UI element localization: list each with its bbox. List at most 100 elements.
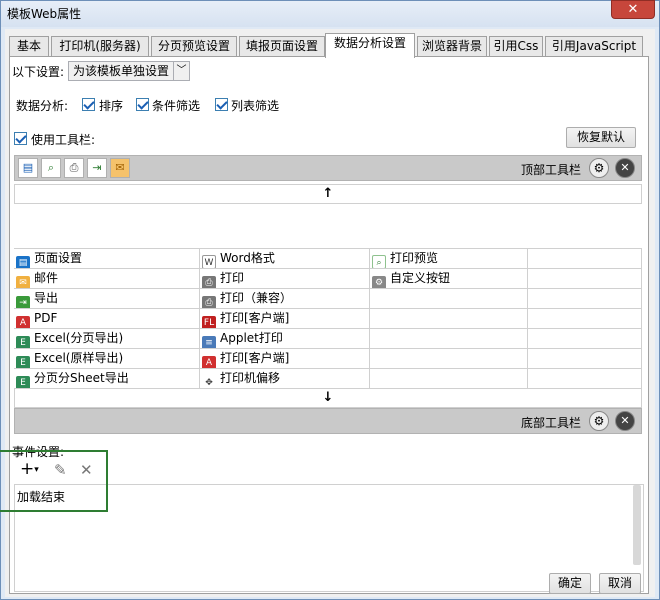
use-toolbar-checkbox[interactable]	[14, 132, 27, 145]
cancel-button[interactable]: 取消	[599, 573, 641, 594]
tab-browser-background[interactable]: 浏览器背景	[417, 36, 487, 57]
gear-icon: ⚙	[372, 276, 386, 288]
close-icon[interactable]: ✕	[615, 158, 635, 178]
page-setup-icon[interactable]: ▤	[18, 158, 38, 178]
page-setup-icon: ▤	[16, 256, 30, 268]
mode-select-value: 为该模板单独设置	[73, 64, 170, 78]
dialog-window: 模板Web属性 ✕ 基本 打印机(服务器) 分页预览设置 填报页面设置 数据分析…	[0, 0, 660, 600]
list-item	[528, 329, 642, 349]
move-up-zone[interactable]: ↑	[14, 184, 642, 204]
window-title: 模板Web属性	[7, 7, 82, 21]
bottom-toolbar-label: 底部工具栏	[521, 416, 582, 430]
list-item-label: Excel(分页导出)	[34, 331, 124, 345]
list-filter-checkbox[interactable]	[215, 98, 228, 111]
list-item[interactable]: E Excel(原样导出)	[14, 349, 200, 369]
tab-css[interactable]: 引用Css	[489, 36, 543, 57]
mode-label: 以下设置:	[12, 65, 65, 79]
list-item[interactable]: ▤ 页面设置	[14, 249, 200, 269]
print-icon: ⎙	[202, 296, 216, 308]
list-item-label: Excel(原样导出)	[34, 351, 124, 365]
ok-button[interactable]: 确定	[549, 573, 591, 594]
list-item	[370, 349, 528, 369]
gear-icon[interactable]: ⚙	[589, 158, 609, 178]
bottom-toolbar: 底部工具栏 ⚙ ✕	[14, 408, 642, 434]
pdf-icon: A	[16, 316, 30, 328]
highlight-box	[0, 450, 108, 512]
sort-checkbox[interactable]	[82, 98, 95, 111]
list-item	[370, 289, 528, 309]
list-item[interactable]: ✉ 邮件	[14, 269, 200, 289]
analysis-label: 数据分析:	[16, 99, 69, 113]
tab-bar: 基本 打印机(服务器) 分页预览设置 填报页面设置 数据分析设置 浏览器背景 引…	[9, 33, 649, 58]
print-icon[interactable]: ⎙	[64, 158, 84, 178]
list-item	[528, 309, 642, 329]
condition-filter-checkbox[interactable]	[136, 98, 149, 111]
list-item[interactable]: ⎙ 打印（兼容）	[200, 289, 370, 309]
list-item	[370, 369, 528, 389]
excel-icon: E	[16, 336, 30, 348]
sort-label: 排序	[99, 99, 124, 113]
top-toolbar-label: 顶部工具栏	[521, 163, 582, 177]
export-icon[interactable]: ⇥	[87, 158, 107, 178]
list-item	[528, 349, 642, 369]
list-item	[528, 269, 642, 289]
tab-panel-data-analysis: 以下设置: 为该模板单独设置 ﹀ 数据分析: 排序 条件筛选 列表筛选 使用工具…	[9, 56, 649, 594]
email-icon[interactable]: ✉	[110, 158, 130, 178]
list-item[interactable]: ⎙ 打印	[200, 269, 370, 289]
list-item[interactable]: A 打印[客户端]	[200, 349, 370, 369]
chevron-down-icon: ﹀	[173, 62, 189, 80]
list-item[interactable]: ⌕ 打印预览	[370, 249, 528, 269]
gear-icon[interactable]: ⚙	[589, 411, 609, 431]
use-toolbar-label: 使用工具栏:	[31, 133, 96, 147]
list-item[interactable]: FL 打印[客户端]	[200, 309, 370, 329]
list-item-label: Word格式	[220, 251, 275, 265]
list-item-label: 打印[客户端]	[220, 311, 290, 325]
tab-printer-server[interactable]: 打印机(服务器)	[51, 36, 149, 57]
print-preview-icon[interactable]: ⌕	[41, 158, 61, 178]
email-icon: ✉	[16, 276, 30, 288]
list-item	[370, 309, 528, 329]
top-toolbar: ▤ ⌕ ⎙ ⇥ ✉ 顶部工具栏 ⚙ ✕	[14, 155, 642, 181]
tab-javascript[interactable]: 引用JavaScript	[545, 36, 643, 57]
flash-print-icon: FL	[202, 316, 216, 328]
close-icon[interactable]: ✕	[615, 411, 635, 431]
list-item[interactable]: ⇥ 导出	[14, 289, 200, 309]
list-item-label: PDF	[34, 311, 58, 325]
print-icon: ⎙	[202, 276, 216, 288]
mode-select[interactable]: 为该模板单独设置 ﹀	[68, 61, 190, 81]
list-item	[370, 329, 528, 349]
excel-icon: E	[16, 356, 30, 368]
list-item[interactable]: E Excel(分页导出)	[14, 329, 200, 349]
pdf-icon: A	[202, 356, 216, 368]
tab-page-preview[interactable]: 分页预览设置	[151, 36, 237, 57]
list-item-label: 打印	[220, 271, 245, 285]
list-item[interactable]: E 分页分Sheet导出	[14, 369, 200, 389]
list-item[interactable]: ✥ 打印机偏移	[200, 369, 370, 389]
tab-basic[interactable]: 基本	[9, 36, 49, 57]
restore-default-button[interactable]: 恢复默认	[566, 127, 636, 148]
list-item	[528, 249, 642, 269]
title-bar: 模板Web属性 ✕	[1, 0, 659, 27]
print-preview-icon: ⌕	[372, 255, 386, 268]
dialog-body: 基本 打印机(服务器) 分页预览设置 填报页面设置 数据分析设置 浏览器背景 引…	[0, 29, 655, 597]
list-filter-label: 列表筛选	[231, 99, 280, 113]
close-window-button[interactable]: ✕	[611, 0, 655, 19]
list-item-label: 打印[客户端]	[220, 351, 290, 365]
tab-fill-page[interactable]: 填报页面设置	[239, 36, 325, 57]
list-item[interactable]: ≡ Applet打印	[200, 329, 370, 349]
list-item[interactable]: W Word格式	[200, 249, 370, 269]
move-down-zone[interactable]: ↓	[14, 388, 642, 408]
condition-filter-label: 条件筛选	[152, 99, 201, 113]
word-icon: W	[202, 255, 216, 268]
list-item[interactable]: A PDF	[14, 309, 200, 329]
list-item[interactable]: ⚙ 自定义按钮	[370, 269, 528, 289]
list-item-label: Applet打印	[220, 331, 283, 345]
tab-data-analysis[interactable]: 数据分析设置	[325, 33, 415, 58]
event-list-scrollbar[interactable]	[633, 485, 641, 565]
export-icon: ⇥	[16, 296, 30, 308]
arrow-down-icon: ↓	[322, 390, 334, 405]
list-item-label: 邮件	[34, 271, 59, 285]
list-item	[528, 289, 642, 309]
list-item-label: 打印机偏移	[220, 371, 281, 385]
list-item-label: 打印预览	[390, 251, 439, 265]
